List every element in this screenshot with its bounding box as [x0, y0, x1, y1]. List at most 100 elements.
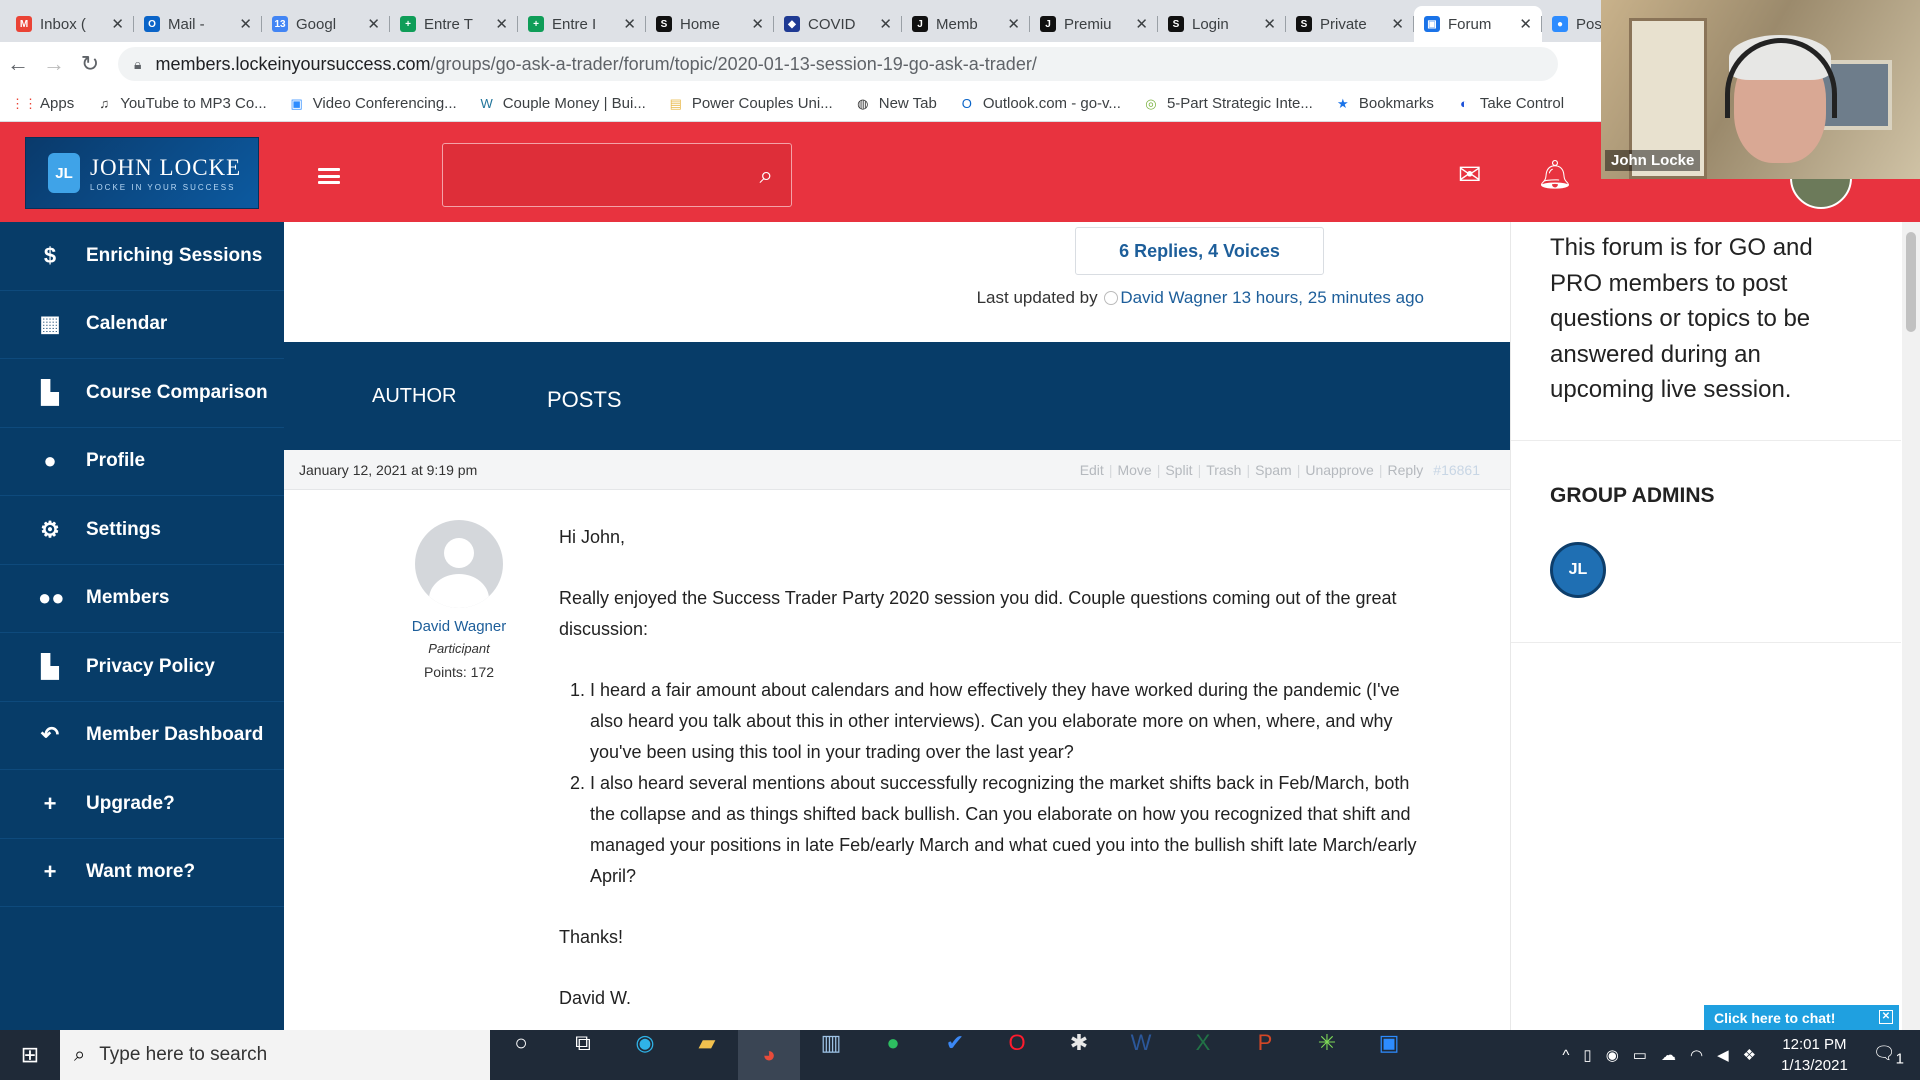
app-icon[interactable]: ✳ — [1296, 1030, 1358, 1080]
chat-minimize-icon[interactable]: ✕ — [1879, 1010, 1893, 1024]
action-center-icon[interactable]: 🗨︎1 — [1873, 1043, 1904, 1068]
slack-icon[interactable]: ✱ — [1048, 1030, 1110, 1080]
close-tab-icon[interactable]: ✕ — [111, 15, 124, 33]
sidebar-item-calendar[interactable]: ▦ Calendar — [0, 291, 284, 359]
reload-icon[interactable]: ↻ — [72, 51, 108, 77]
browser-tab[interactable]: + Entre T ✕ — [390, 6, 518, 42]
close-tab-icon[interactable]: ✕ — [879, 15, 892, 33]
tray-app-icon[interactable]: ◉ — [1606, 1046, 1619, 1064]
powerpoint-icon[interactable]: P — [1234, 1030, 1296, 1080]
sidebar-item-privacy-policy[interactable]: ▙ Privacy Policy — [0, 633, 284, 702]
site-search-input[interactable]: ⌕ — [442, 143, 792, 207]
mail-icon[interactable]: ✉ — [1458, 158, 1481, 191]
scrollbar-thumb[interactable] — [1906, 232, 1916, 332]
show-hidden-icons-icon[interactable]: ^ — [1562, 1047, 1569, 1064]
tray-app-icon[interactable]: ▯ — [1583, 1046, 1591, 1064]
browser-tab[interactable]: S Private ✕ — [1286, 6, 1414, 42]
forward-arrow-icon[interactable]: → — [36, 51, 72, 77]
close-tab-icon[interactable]: ✕ — [623, 15, 636, 33]
last-updated-time-link[interactable]: 13 hours, 25 minutes ago — [1232, 288, 1424, 307]
sidebar-item-enriching-sessions[interactable]: $ Enriching Sessions — [0, 222, 284, 291]
browser-tab[interactable]: ◆ COVID ✕ — [774, 6, 902, 42]
close-tab-icon[interactable]: ✕ — [367, 15, 380, 33]
browser-tab[interactable]: S Login ✕ — [1158, 6, 1286, 42]
bookmark-item[interactable]: ◐ Take Control — [1456, 95, 1564, 112]
app-icon[interactable]: ▥ — [800, 1030, 862, 1080]
sidebar-item-member-dashboard[interactable]: ↶ Member Dashboard — [0, 702, 284, 770]
task-view-icon[interactable]: ⧉ — [552, 1030, 614, 1080]
bookmark-item[interactable]: ◍ New Tab — [855, 95, 937, 112]
battery-icon[interactable]: ▭ — [1633, 1046, 1647, 1064]
author-avatar[interactable] — [415, 520, 503, 608]
chrome-icon[interactable]: ◕ — [738, 1030, 800, 1080]
browser-tab[interactable]: J Memb ✕ — [902, 6, 1030, 42]
wifi-icon[interactable]: ◠ — [1690, 1046, 1703, 1064]
close-tab-icon[interactable]: ✕ — [1263, 15, 1276, 33]
post-action-edit-link[interactable]: Edit — [1080, 462, 1104, 478]
browser-tab[interactable]: 13 Googl ✕ — [262, 6, 390, 42]
post-action-move-link[interactable]: Move — [1117, 462, 1151, 478]
bookmark-item[interactable]: W Couple Money | Bui... — [479, 95, 646, 112]
bookmark-item[interactable]: ♫ YouTube to MP3 Co... — [96, 95, 266, 112]
post-action-split-link[interactable]: Split — [1165, 462, 1192, 478]
bookmark-item[interactable]: ▤ Power Couples Uni... — [668, 95, 833, 112]
page-scrollbar[interactable] — [1902, 222, 1920, 1030]
back-arrow-icon[interactable]: ← — [0, 51, 36, 77]
browser-tab[interactable]: + Entre I ✕ — [518, 6, 646, 42]
notification-bell-icon[interactable]: 🔔︎ — [1537, 158, 1573, 191]
sidebar-item-profile[interactable]: ● Profile — [0, 428, 284, 496]
bookmark-item[interactable]: O Outlook.com - go-v... — [959, 95, 1121, 112]
taskbar-search-box[interactable]: ⌕ Type here to search — [60, 1030, 490, 1080]
evernote-icon[interactable]: ● — [862, 1030, 924, 1080]
last-updated-user-link[interactable]: David Wagner — [1120, 288, 1227, 307]
cortana-icon[interactable]: ○ — [490, 1030, 552, 1080]
sidebar-item-upgrade[interactable]: + Upgrade? — [0, 770, 284, 839]
post-action-unapprove-link[interactable]: Unapprove — [1305, 462, 1374, 478]
post-action-trash-link[interactable]: Trash — [1206, 462, 1241, 478]
post-action-reply-link[interactable]: Reply — [1387, 462, 1423, 478]
sidebar-item-want-more[interactable]: + Want more? — [0, 839, 284, 907]
bookmark-item[interactable]: ▣ Video Conferencing... — [289, 95, 457, 112]
file-explorer-icon[interactable]: ▰ — [676, 1030, 738, 1080]
opera-icon[interactable]: O — [986, 1030, 1048, 1080]
browser-tab[interactable]: O Mail - ✕ — [134, 6, 262, 42]
todo-icon[interactable]: ✔ — [924, 1030, 986, 1080]
address-bar[interactable]: 🔒︎ members.lockeinyoursuccess.com/groups… — [118, 47, 1558, 81]
bookmark-item[interactable]: ⋮⋮ Apps — [11, 95, 74, 112]
search-icon[interactable]: ⌕ — [760, 162, 773, 190]
close-tab-icon[interactable]: ✕ — [1007, 15, 1020, 33]
video-call-overlay[interactable]: John Locke — [1601, 0, 1920, 179]
zoom-icon[interactable]: ▣ — [1358, 1030, 1420, 1080]
taskbar-clock[interactable]: 12:01 PM 1/13/2021 — [1781, 1034, 1848, 1076]
chat-widget-button[interactable]: Click here to chat! ✕ — [1704, 1005, 1899, 1031]
bookmark-item[interactable]: ★ Bookmarks — [1335, 95, 1434, 112]
browser-tab[interactable]: M Inbox (✕ — [6, 6, 134, 42]
sidebar-item-settings[interactable]: ⚙ Settings — [0, 496, 284, 565]
site-logo[interactable]: JL JOHN LOCKE LOCKE IN YOUR SUCCESS — [25, 137, 259, 209]
excel-icon[interactable]: X — [1172, 1030, 1234, 1080]
tab-title: Private — [1320, 15, 1367, 33]
edge-icon[interactable]: ◉ — [614, 1030, 676, 1080]
close-tab-icon[interactable]: ✕ — [495, 15, 508, 33]
author-name-link[interactable]: David Wagner — [364, 618, 554, 635]
post-id-link[interactable]: #16861 — [1433, 462, 1480, 478]
word-icon[interactable]: W — [1110, 1030, 1172, 1080]
close-tab-icon[interactable]: ✕ — [1391, 15, 1404, 33]
browser-tab[interactable]: S Home ✕ — [646, 6, 774, 42]
sidebar-item-course-comparison[interactable]: ▙ Course Comparison — [0, 359, 284, 428]
browser-tab[interactable]: ▣ Forum ✕ — [1414, 6, 1542, 42]
volume-icon[interactable]: ◀︎ — [1717, 1046, 1729, 1064]
group-admin-avatar[interactable]: JL — [1550, 542, 1606, 598]
close-tab-icon[interactable]: ✕ — [751, 15, 764, 33]
dropbox-icon[interactable]: ❖ — [1743, 1046, 1756, 1064]
hamburger-menu-icon[interactable] — [318, 168, 340, 184]
bookmark-item[interactable]: ◎ 5-Part Strategic Inte... — [1143, 95, 1313, 112]
browser-tab[interactable]: J Premiu ✕ — [1030, 6, 1158, 42]
close-tab-icon[interactable]: ✕ — [239, 15, 252, 33]
post-action-spam-link[interactable]: Spam — [1255, 462, 1292, 478]
sidebar-item-members[interactable]: ●● Members — [0, 565, 284, 633]
close-tab-icon[interactable]: ✕ — [1519, 15, 1532, 33]
windows-start-icon[interactable]: ⊞ — [0, 1042, 60, 1068]
close-tab-icon[interactable]: ✕ — [1135, 15, 1148, 33]
onedrive-icon[interactable]: ☁ — [1661, 1046, 1676, 1064]
